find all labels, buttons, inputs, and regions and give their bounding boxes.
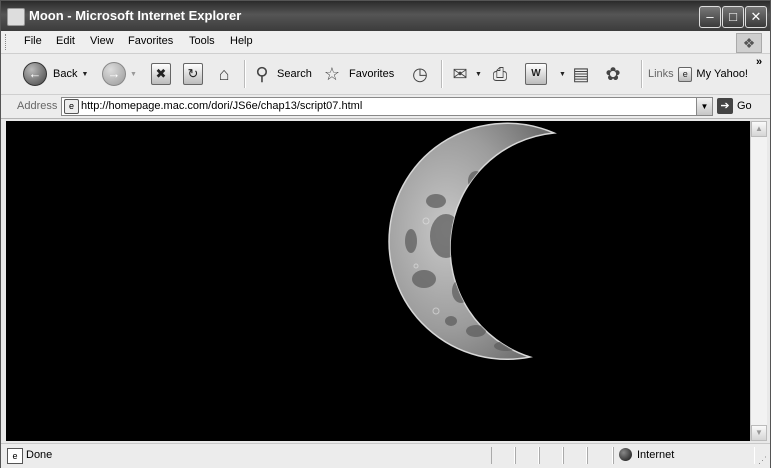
close-button[interactable]: ✕	[745, 6, 767, 28]
status-pane	[563, 447, 587, 464]
address-dropdown-button[interactable]: ▼	[696, 98, 712, 115]
page-icon: e	[64, 99, 79, 114]
address-label: Address	[17, 100, 58, 112]
refresh-button[interactable]: ↻	[183, 61, 203, 87]
back-button[interactable]: ← Back ▼	[23, 61, 88, 87]
menu-file[interactable]: File	[24, 35, 42, 47]
menu-edit[interactable]: Edit	[56, 35, 75, 47]
status-pane	[515, 447, 539, 464]
forward-button[interactable]: → ▼	[102, 61, 137, 87]
windows-logo-icon: ❖	[736, 33, 762, 53]
scroll-down-arrow-icon[interactable]: ▼	[751, 425, 767, 441]
home-button[interactable]: ⌂	[213, 61, 235, 87]
toolbar-overflow-chevron-icon[interactable]: »	[756, 56, 762, 68]
forward-arrow-icon: →	[102, 62, 126, 86]
go-arrow-icon: ➔	[717, 98, 733, 114]
scroll-up-arrow-icon[interactable]: ▲	[751, 121, 767, 137]
page-content	[6, 121, 750, 441]
search-icon: ⚲	[255, 64, 269, 84]
my-yahoo-label: My Yahoo!	[696, 68, 748, 80]
mail-button[interactable]: ✉ ▼	[449, 61, 482, 87]
address-url[interactable]: http://homepage.mac.com/dori/JS6e/chap13…	[81, 100, 362, 112]
links-label: Links	[648, 68, 674, 80]
toolbar-separator	[441, 60, 443, 88]
chevron-down-icon[interactable]: ▼	[81, 71, 88, 78]
toolbar-separator	[641, 60, 643, 88]
security-zone: Internet	[619, 448, 674, 461]
menu-bar: File Edit View Favorites Tools Help ❖	[1, 31, 770, 54]
page-status-icon: e	[7, 448, 23, 464]
back-label: Back	[53, 68, 78, 80]
stop-icon: ✖	[151, 63, 171, 85]
star-icon: ☆	[323, 64, 341, 84]
resize-grip-icon[interactable]: ⋰	[758, 455, 767, 466]
browser-window: Moon - Microsoft Internet Explorer – □ ✕…	[0, 0, 771, 468]
menu-help[interactable]: Help	[230, 35, 253, 47]
back-arrow-icon: ←	[23, 62, 47, 86]
word-icon: W	[525, 63, 547, 85]
go-label: Go	[737, 100, 752, 112]
standard-toolbar: ← Back ▼ → ▼ ✖ ↻ ⌂ ⚲ Search ☆ Favorites …	[1, 54, 770, 95]
toolbar-separator	[244, 60, 246, 88]
chevron-down-icon[interactable]: ▼	[559, 71, 566, 78]
messenger-icon: ✿	[605, 64, 621, 84]
menu-view[interactable]: View	[90, 35, 114, 47]
status-pane	[491, 447, 515, 464]
menu-tools[interactable]: Tools	[189, 35, 215, 47]
status-pane	[587, 447, 613, 464]
favorites-button[interactable]: ☆ Favorites	[321, 61, 394, 87]
ie-page-icon	[7, 8, 25, 26]
messenger-button[interactable]: ✿	[602, 61, 624, 87]
minimize-button[interactable]: –	[699, 6, 721, 28]
printer-icon: ⎙	[492, 64, 508, 84]
vertical-scrollbar[interactable]: ▲ ▼	[750, 121, 767, 441]
go-button[interactable]: ➔ Go	[717, 98, 752, 114]
refresh-icon: ↻	[183, 63, 203, 85]
favorites-label: Favorites	[349, 68, 395, 80]
history-icon: ◷	[412, 64, 428, 84]
status-pane	[539, 447, 563, 464]
address-bar: Address e http://homepage.mac.com/dori/J…	[1, 95, 770, 119]
page-icon: e	[678, 66, 693, 82]
search-button[interactable]: ⚲ Search	[251, 61, 312, 87]
window-title: Moon - Microsoft Internet Explorer	[29, 8, 242, 23]
research-icon: ▤	[572, 64, 590, 84]
chevron-down-icon[interactable]: ▼	[475, 71, 482, 78]
print-button[interactable]: ⎙	[489, 61, 511, 87]
menu-grip	[5, 34, 9, 50]
menu-favorites[interactable]: Favorites	[128, 35, 173, 47]
moon-image	[388, 122, 555, 360]
zone-label: Internet	[637, 448, 675, 461]
status-text: Done	[26, 449, 53, 461]
maximize-button[interactable]: □	[722, 6, 744, 28]
home-icon: ⌂	[218, 64, 230, 84]
address-input[interactable]: e http://homepage.mac.com/dori/JS6e/chap…	[61, 97, 713, 116]
chevron-down-icon[interactable]: ▼	[130, 71, 137, 78]
research-button[interactable]: ▤	[570, 61, 592, 87]
my-yahoo-link[interactable]: e My Yahoo!	[678, 61, 748, 87]
edit-button[interactable]: W ▼	[525, 61, 566, 87]
globe-icon	[619, 448, 632, 461]
search-label: Search	[277, 68, 312, 80]
title-bar: Moon - Microsoft Internet Explorer – □ ✕	[1, 1, 770, 31]
stop-button[interactable]: ✖	[151, 61, 171, 87]
mail-icon: ✉	[452, 64, 468, 84]
history-button[interactable]: ◷	[409, 61, 431, 87]
status-bar: e Done Internet ⋰	[1, 443, 770, 468]
